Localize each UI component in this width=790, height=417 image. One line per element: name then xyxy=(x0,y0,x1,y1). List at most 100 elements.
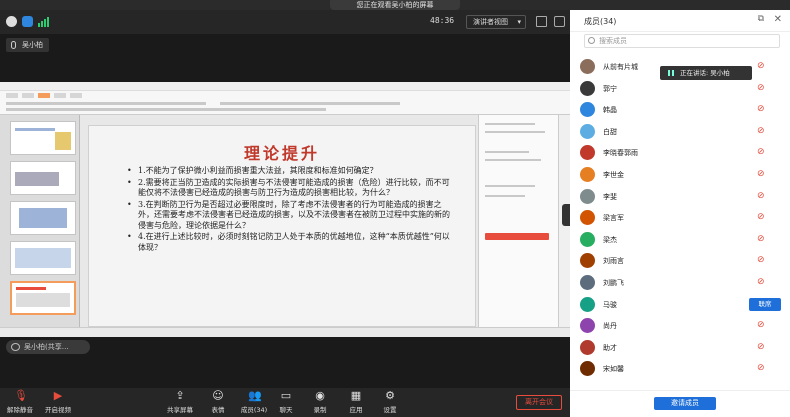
ppt-side-panel xyxy=(478,115,558,327)
avatar xyxy=(580,145,595,161)
mic-icon xyxy=(11,41,16,49)
fullscreen-icon[interactable] xyxy=(536,16,547,27)
unmute-button[interactable]: 🎙 解除静音 xyxy=(2,390,38,416)
ppt-action-button xyxy=(485,233,549,240)
member-row[interactable]: 助才 ⊘ xyxy=(570,337,790,359)
view-mode-label: 演讲者视图 xyxy=(473,18,508,26)
ribbon-tools xyxy=(6,108,326,111)
invite-members-button[interactable]: 邀请成员 xyxy=(654,397,716,410)
member-row[interactable]: 马骏 联席 xyxy=(570,294,790,316)
members-icon: 👥 xyxy=(248,389,262,402)
collapse-panel-handle[interactable] xyxy=(562,204,570,226)
member-row[interactable]: 宋如馨 ⊘ xyxy=(570,358,790,380)
gear-icon: ⚙ xyxy=(385,389,395,402)
annotation-label: 吴小柏(共享… xyxy=(24,343,69,351)
ribbon-tab xyxy=(6,93,18,98)
annotation-pill[interactable]: 吴小柏(共享… xyxy=(6,340,90,354)
avatar xyxy=(580,80,595,96)
slide-bullets: 1.不能为了保护微小利益而损害重大法益，其限度和标准如何确定？ 2.需要将正当防… xyxy=(127,166,457,254)
chat-icon: ▭ xyxy=(280,389,292,402)
avatar xyxy=(580,102,595,118)
member-row[interactable]: 尚丹 ⊘ xyxy=(570,315,790,337)
members-button[interactable]: 👥 成员(34) xyxy=(236,390,272,416)
apps-button[interactable]: ▦ 应用 xyxy=(338,390,374,416)
member-name: 刘鹏飞 xyxy=(603,278,624,287)
signal-icon[interactable] xyxy=(38,16,49,27)
member-row[interactable]: 李世金 ⊘ xyxy=(570,164,790,186)
avatar xyxy=(580,231,595,247)
slide-bullet: 2.需要将正当防卫造成的实际损害与不法侵害可能造成的损害（危险）进行比较，而不可… xyxy=(127,178,457,199)
avatar xyxy=(580,318,595,334)
avatar xyxy=(580,59,595,74)
close-icon[interactable]: ✕ xyxy=(774,14,782,25)
meeting-top-bar: 48:36 演讲者视图 ▾ xyxy=(0,10,570,34)
chevron-down-icon: ▾ xyxy=(517,18,521,26)
avatar xyxy=(580,166,595,182)
member-row[interactable]: 刘雨言 ⊘ xyxy=(570,250,790,272)
share-screen-button[interactable]: ⇪ 共享屏幕 xyxy=(162,390,198,416)
leave-meeting-button[interactable]: 离开会议 xyxy=(516,395,562,410)
member-name: 梁言军 xyxy=(603,214,624,223)
member-row[interactable]: 韩晶 ⊘ xyxy=(570,99,790,121)
mic-muted-icon[interactable]: ⊘ xyxy=(757,363,765,373)
sharer-badge: 吴小柏 xyxy=(6,38,49,52)
mic-muted-icon[interactable]: ⊘ xyxy=(757,61,765,71)
slide-bullet: 3.在判断防卫行为是否超过必要限度时，除了考虑不法侵害者的行为可能造成的损害之外… xyxy=(127,200,457,232)
member-row[interactable]: 梁言军 ⊘ xyxy=(570,207,790,229)
member-row[interactable]: 郭宁 ⊘ xyxy=(570,78,790,100)
mic-muted-icon[interactable]: ⊘ xyxy=(757,342,765,352)
member-row[interactable]: 李斐 ⊘ xyxy=(570,186,790,208)
settings-label: 设置 xyxy=(383,406,397,414)
ribbon-tools xyxy=(6,102,206,105)
chat-button[interactable]: ▭ 聊天 xyxy=(268,390,304,416)
mic-muted-icon[interactable]: ⊘ xyxy=(757,169,765,179)
ribbon-tab xyxy=(54,93,66,98)
member-row[interactable]: 白甜 ⊘ xyxy=(570,121,790,143)
popout-icon[interactable]: ⧉ xyxy=(758,14,764,24)
members-panel-title: 成员(34) xyxy=(584,17,617,26)
emoji-button[interactable]: ☺ 表情 xyxy=(200,390,236,416)
slide-bullet: 1.不能为了保护微小利益而损害重大法益，其限度和标准如何确定？ xyxy=(127,166,457,177)
member-row[interactable]: 刘鹏飞 ⊘ xyxy=(570,272,790,294)
mic-muted-icon[interactable]: ⊘ xyxy=(757,191,765,201)
shield-icon[interactable] xyxy=(22,16,33,27)
info-icon[interactable] xyxy=(6,16,17,27)
slide-thumbnail-active xyxy=(10,281,76,315)
avatar xyxy=(580,188,595,204)
settings-button[interactable]: ⚙ 设置 xyxy=(372,390,408,416)
mic-off-icon: 🎙 xyxy=(14,389,28,402)
layout-icon[interactable] xyxy=(554,16,565,27)
record-button[interactable]: ◉ 录制 xyxy=(302,390,338,416)
members-label: 成员(34) xyxy=(240,406,268,414)
shared-screen: 吴小柏 理论提升 • 1.不能为了保护微小利益而损害重大法益，其限度和标准如何确… xyxy=(0,34,570,388)
member-name: 宋如馨 xyxy=(603,365,624,374)
member-name: 马骏 xyxy=(603,300,617,309)
window-title-bar: 您正在观看吴小柏的屏幕 xyxy=(0,0,790,10)
view-mode-dropdown[interactable]: 演讲者视图 ▾ xyxy=(466,15,526,29)
slide-thumbnail xyxy=(10,241,76,275)
start-video-button[interactable]: ▶ 开启视频 xyxy=(40,390,76,416)
member-name: 尚丹 xyxy=(603,322,617,331)
search-icon xyxy=(588,37,595,44)
member-name: 助才 xyxy=(603,343,617,352)
mic-muted-icon[interactable]: ⊘ xyxy=(757,83,765,93)
member-name: 从前有片城 xyxy=(603,63,638,71)
avatar xyxy=(580,361,595,377)
window-title: 您正在观看吴小柏的屏幕 xyxy=(330,0,460,10)
mic-muted-icon[interactable]: ⊘ xyxy=(757,104,765,114)
avatar xyxy=(580,339,595,355)
mic-muted-icon[interactable]: ⊘ xyxy=(757,212,765,222)
mic-muted-icon[interactable]: ⊘ xyxy=(757,147,765,157)
mic-muted-icon[interactable]: ⊘ xyxy=(757,234,765,244)
mic-muted-icon[interactable]: ⊘ xyxy=(757,126,765,136)
member-row[interactable]: 李晓春郭雨 ⊘ xyxy=(570,142,790,164)
unmute-label: 解除静音 xyxy=(7,406,33,414)
mic-muted-icon[interactable]: ⊘ xyxy=(757,320,765,330)
meeting-timer: 48:36 xyxy=(430,16,455,25)
mic-muted-icon[interactable]: ⊘ xyxy=(757,255,765,265)
member-row[interactable]: 梁杰 ⊘ xyxy=(570,229,790,251)
member-search-input[interactable]: 搜索成员 xyxy=(584,34,780,48)
mic-muted-icon[interactable]: ⊘ xyxy=(757,277,765,287)
avatar xyxy=(580,274,595,290)
member-name: 李斐 xyxy=(603,192,617,201)
